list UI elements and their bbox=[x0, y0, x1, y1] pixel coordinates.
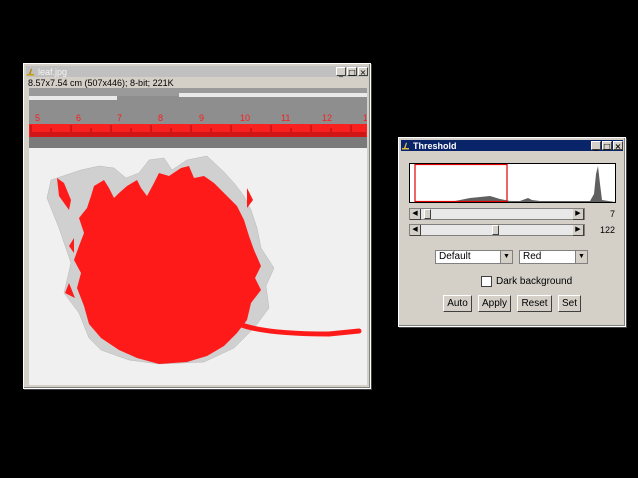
max-slider-thumb[interactable] bbox=[491, 225, 499, 235]
leaf-image: 5 6 7 8 9 10 11 12 13 bbox=[29, 88, 367, 385]
threshold-histogram[interactable] bbox=[409, 163, 616, 203]
ruler-label: 11 bbox=[281, 113, 290, 123]
slider-right-arrow-icon[interactable]: ▶ bbox=[573, 225, 584, 236]
slider-left-arrow-icon[interactable]: ◀ bbox=[410, 225, 421, 236]
slider-right-arrow-icon[interactable]: ▶ bbox=[573, 209, 584, 220]
method-select[interactable]: Default ▼ bbox=[435, 250, 513, 264]
maximize-button[interactable]: □ bbox=[602, 141, 612, 151]
ruler-label: 8 bbox=[158, 113, 163, 123]
threshold-titlebar[interactable]: Threshold _ □ × bbox=[401, 140, 623, 151]
imagej-microscope-icon bbox=[27, 68, 34, 76]
min-threshold-value: 7 bbox=[609, 209, 615, 219]
dark-background-label: Dark background bbox=[496, 276, 573, 287]
image-canvas[interactable]: 5 6 7 8 9 10 11 12 13 bbox=[29, 88, 367, 385]
ruler-label: 9 bbox=[199, 113, 204, 123]
histogram-plot bbox=[410, 164, 615, 202]
close-button[interactable]: × bbox=[358, 67, 368, 77]
ruler-label: 6 bbox=[76, 113, 81, 123]
ruler-label: 5 bbox=[35, 113, 40, 123]
close-button[interactable]: × bbox=[613, 141, 623, 151]
ruler: 5 6 7 8 9 10 11 12 13 bbox=[29, 88, 367, 148]
method-select-value: Default bbox=[439, 251, 471, 262]
chevron-down-icon[interactable]: ▼ bbox=[500, 251, 512, 263]
image-window[interactable]: leaf.jpg _ □ × 8.57x7.54 cm (507x446); 8… bbox=[23, 63, 371, 389]
threshold-range-box bbox=[414, 164, 508, 202]
display-select-value: Red bbox=[523, 251, 542, 262]
dark-background-checkbox[interactable]: Dark background bbox=[481, 276, 572, 287]
auto-button[interactable]: Auto bbox=[443, 295, 472, 312]
slider-left-arrow-icon[interactable]: ◀ bbox=[410, 209, 421, 220]
ruler-label: 10 bbox=[240, 113, 250, 123]
ruler-label: 12 bbox=[322, 113, 332, 123]
min-slider-thumb[interactable] bbox=[424, 209, 432, 219]
minimize-button[interactable]: _ bbox=[591, 141, 601, 151]
maximize-button[interactable]: □ bbox=[347, 67, 357, 77]
apply-button[interactable]: Apply bbox=[478, 295, 511, 312]
ruler-label: 13 bbox=[363, 113, 367, 123]
min-threshold-slider[interactable]: ◀ ▶ bbox=[409, 208, 585, 220]
image-window-titlebar[interactable]: leaf.jpg _ □ × bbox=[26, 66, 368, 77]
checkbox-box[interactable] bbox=[481, 276, 492, 287]
threshold-window[interactable]: Threshold _ □ × ◀ ▶ 7 ◀ ▶ 122 Default ▼ … bbox=[398, 137, 626, 327]
minimize-button[interactable]: _ bbox=[336, 67, 346, 77]
threshold-title: Threshold bbox=[413, 140, 457, 151]
reset-button[interactable]: Reset bbox=[517, 295, 552, 312]
display-select[interactable]: Red ▼ bbox=[519, 250, 588, 264]
max-threshold-slider[interactable]: ◀ ▶ bbox=[409, 224, 585, 236]
chevron-down-icon[interactable]: ▼ bbox=[575, 251, 587, 263]
max-threshold-value: 122 bbox=[599, 225, 615, 235]
ruler-label: 7 bbox=[117, 113, 122, 123]
imagej-microscope-icon bbox=[402, 142, 409, 150]
set-button[interactable]: Set bbox=[558, 295, 581, 312]
image-window-title: leaf.jpg bbox=[38, 66, 68, 77]
image-info-line: 8.57x7.54 cm (507x446); 8-bit; 221K bbox=[28, 78, 174, 88]
